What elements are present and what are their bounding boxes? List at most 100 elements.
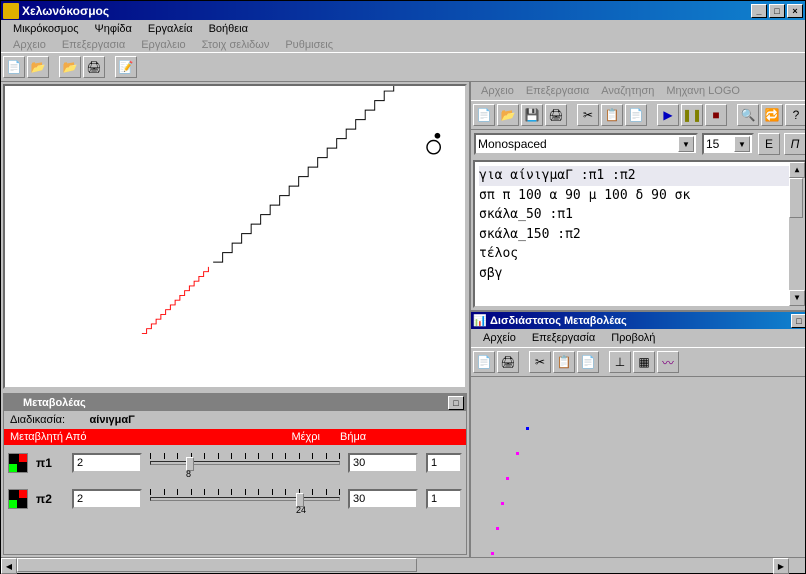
scroll-right-icon[interactable]: ▶ — [773, 558, 789, 574]
menu-microcosmos[interactable]: Μικρόκοσμος — [5, 21, 87, 37]
main-menubar: Μικρόκοσμος Ψηφίδα Εργαλεία Βοήθεια — [1, 20, 805, 38]
stop-button[interactable]: ■ — [705, 104, 727, 126]
procedure-row: Διαδικασία: αίνιγμαΓ — [4, 411, 466, 429]
vars-max-button[interactable]: □ — [448, 396, 464, 410]
replace-button[interactable]: 🔁 — [761, 104, 783, 126]
graph-new-button[interactable]: 📄 — [473, 351, 495, 373]
graph-area[interactable] — [471, 377, 805, 557]
minimize-button[interactable]: _ — [751, 4, 767, 18]
font-name-combo[interactable]: Monospaced ▼ — [474, 133, 698, 155]
header-step: Βήμα — [340, 431, 400, 443]
menu-file[interactable]: Αρχειο — [5, 38, 54, 52]
font-plain-button[interactable]: E — [758, 133, 780, 155]
graph-toolbar: 📄 🖨 ✂ 📋 📄 ⊥ ▦ 〰 — [471, 347, 805, 377]
turtle-drawing — [5, 86, 465, 387]
var-to-input[interactable] — [348, 453, 418, 473]
graph-menu-view[interactable]: Προβολή — [603, 330, 663, 346]
vars-titlebar: Μεταβολέας □ — [4, 394, 466, 411]
font-row: Monospaced ▼ 15 ▼ E Π — [471, 130, 805, 158]
graph-axes-button[interactable]: ⊥ — [609, 351, 631, 373]
var-row-p2: π2 24 — [4, 481, 466, 517]
graph-menu-file[interactable]: Αρχείο — [475, 330, 524, 346]
graph-grid-button[interactable]: ▦ — [633, 351, 655, 373]
var-step-input[interactable] — [426, 489, 462, 509]
code-menu-logo[interactable]: Μηχανη LOGO — [660, 83, 746, 99]
graph-menu-edit[interactable]: Επεξεργασία — [524, 330, 603, 346]
var-from-input[interactable] — [72, 489, 142, 509]
graph-cut-button[interactable]: ✂ — [529, 351, 551, 373]
code-save-button[interactable]: 💾 — [521, 104, 543, 126]
data-point — [501, 502, 504, 505]
bottom-scrollbar[interactable]: ◀ ▶ — [1, 557, 805, 573]
graph-icon: 📊 — [473, 314, 487, 328]
font-italic-button[interactable]: Π — [784, 133, 805, 155]
turtle-canvas[interactable] — [3, 84, 467, 389]
menu-psifida[interactable]: Ψηφίδα — [87, 21, 140, 37]
code-menu-search[interactable]: Αναζητηση — [595, 83, 660, 99]
code-copy-button[interactable]: 📋 — [601, 104, 623, 126]
graph-paste-button[interactable]: 📄 — [577, 351, 599, 373]
menu-tool[interactable]: Εργαλειο — [133, 38, 193, 52]
graph-print-button[interactable]: 🖨 — [497, 351, 519, 373]
code-menu-file[interactable]: Αρχειο — [475, 83, 520, 99]
var-slider[interactable]: 24 — [150, 487, 340, 511]
code-line: για αίνιγμαΓ :π1 :π2 — [479, 166, 801, 186]
graph-copy-button[interactable]: 📋 — [553, 351, 575, 373]
graph-curve-button[interactable]: 〰 — [657, 351, 679, 373]
data-point — [491, 552, 494, 555]
open-button[interactable]: 📂 — [27, 56, 49, 78]
menu-edit[interactable]: Επεξεργασια — [54, 38, 133, 52]
scroll-thumb[interactable] — [17, 558, 417, 572]
code-print-button[interactable]: 🖨 — [545, 104, 567, 126]
var-indicator[interactable] — [8, 489, 28, 509]
new-button[interactable]: 📄 — [3, 56, 25, 78]
scroll-up-icon[interactable]: ▲ — [789, 162, 805, 178]
menu-page-elements[interactable]: Στοιχ σελιδων — [194, 38, 278, 52]
var-step-input[interactable] — [426, 453, 462, 473]
main-titlebar: Χελωνόκοσμος _ □ × — [1, 1, 805, 20]
find-button[interactable]: 🔍 — [737, 104, 759, 126]
code-toolbar: 📄 📂 💾 🖨 ✂ 📋 📄 ▶ ❚❚ ■ 🔍 🔁 ? — [471, 100, 805, 130]
proc-name: αίνιγμαΓ — [90, 414, 135, 426]
font-size-combo[interactable]: 15 ▼ — [702, 133, 754, 155]
code-line: σκάλα_150 :π2 — [479, 225, 801, 245]
var-name-label: π2 — [36, 492, 64, 506]
help-button[interactable]: ? — [785, 104, 805, 126]
data-point — [526, 427, 529, 430]
scroll-down-icon[interactable]: ▼ — [789, 290, 805, 306]
open2-button[interactable]: 📂 — [59, 56, 81, 78]
var-indicator[interactable] — [8, 453, 28, 473]
print-button[interactable]: 🖨 — [83, 56, 105, 78]
menu-settings[interactable]: Ρυθμισεις — [277, 38, 341, 52]
code-menubar: Αρχειο Επεξεργασια Αναζητηση Μηχανη LOGO — [471, 82, 805, 100]
scroll-thumb[interactable] — [789, 178, 803, 218]
window-title: Χελωνόκοσμος — [22, 4, 751, 18]
scroll-left-icon[interactable]: ◀ — [1, 558, 17, 574]
code-line: σβγ — [479, 264, 801, 284]
menu-help[interactable]: Βοήθεια — [201, 21, 256, 37]
chevron-down-icon[interactable]: ▼ — [734, 136, 750, 152]
code-cut-button[interactable]: ✂ — [577, 104, 599, 126]
run-button[interactable]: ▶ — [657, 104, 679, 126]
chevron-down-icon[interactable]: ▼ — [678, 136, 694, 152]
code-open-button[interactable]: 📂 — [497, 104, 519, 126]
variables-panel: Μεταβολέας □ Διαδικασία: αίνιγμαΓ Μεταβλ… — [3, 393, 467, 555]
close-button[interactable]: × — [787, 4, 803, 18]
code-scrollbar[interactable]: ▲ ▼ — [789, 162, 805, 306]
memo-button[interactable]: 📝 — [115, 56, 137, 78]
code-editor[interactable]: για αίνιγμαΓ :π1 :π2 σπ π 100 α 90 μ 100… — [473, 160, 805, 308]
code-new-button[interactable]: 📄 — [473, 104, 495, 126]
menu-tools[interactable]: Εργαλεία — [140, 21, 201, 37]
var-to-input[interactable] — [348, 489, 418, 509]
vars-header: Μεταβλητή Από Μέχρι Βήμα — [4, 429, 466, 445]
code-paste-button[interactable]: 📄 — [625, 104, 647, 126]
var-slider[interactable]: 8 — [150, 451, 340, 475]
pause-button[interactable]: ❚❚ — [681, 104, 703, 126]
graph-max-button[interactable]: □ — [791, 314, 805, 328]
secondary-menubar: Αρχειο Επεξεργασια Εργαλειο Στοιχ σελιδω… — [1, 38, 805, 52]
data-point — [506, 477, 509, 480]
code-menu-edit[interactable]: Επεξεργασια — [520, 83, 595, 99]
maximize-button[interactable]: □ — [769, 4, 785, 18]
var-from-input[interactable] — [72, 453, 142, 473]
graph-title: Δισδιάστατος Μεταβολέας — [490, 315, 627, 327]
